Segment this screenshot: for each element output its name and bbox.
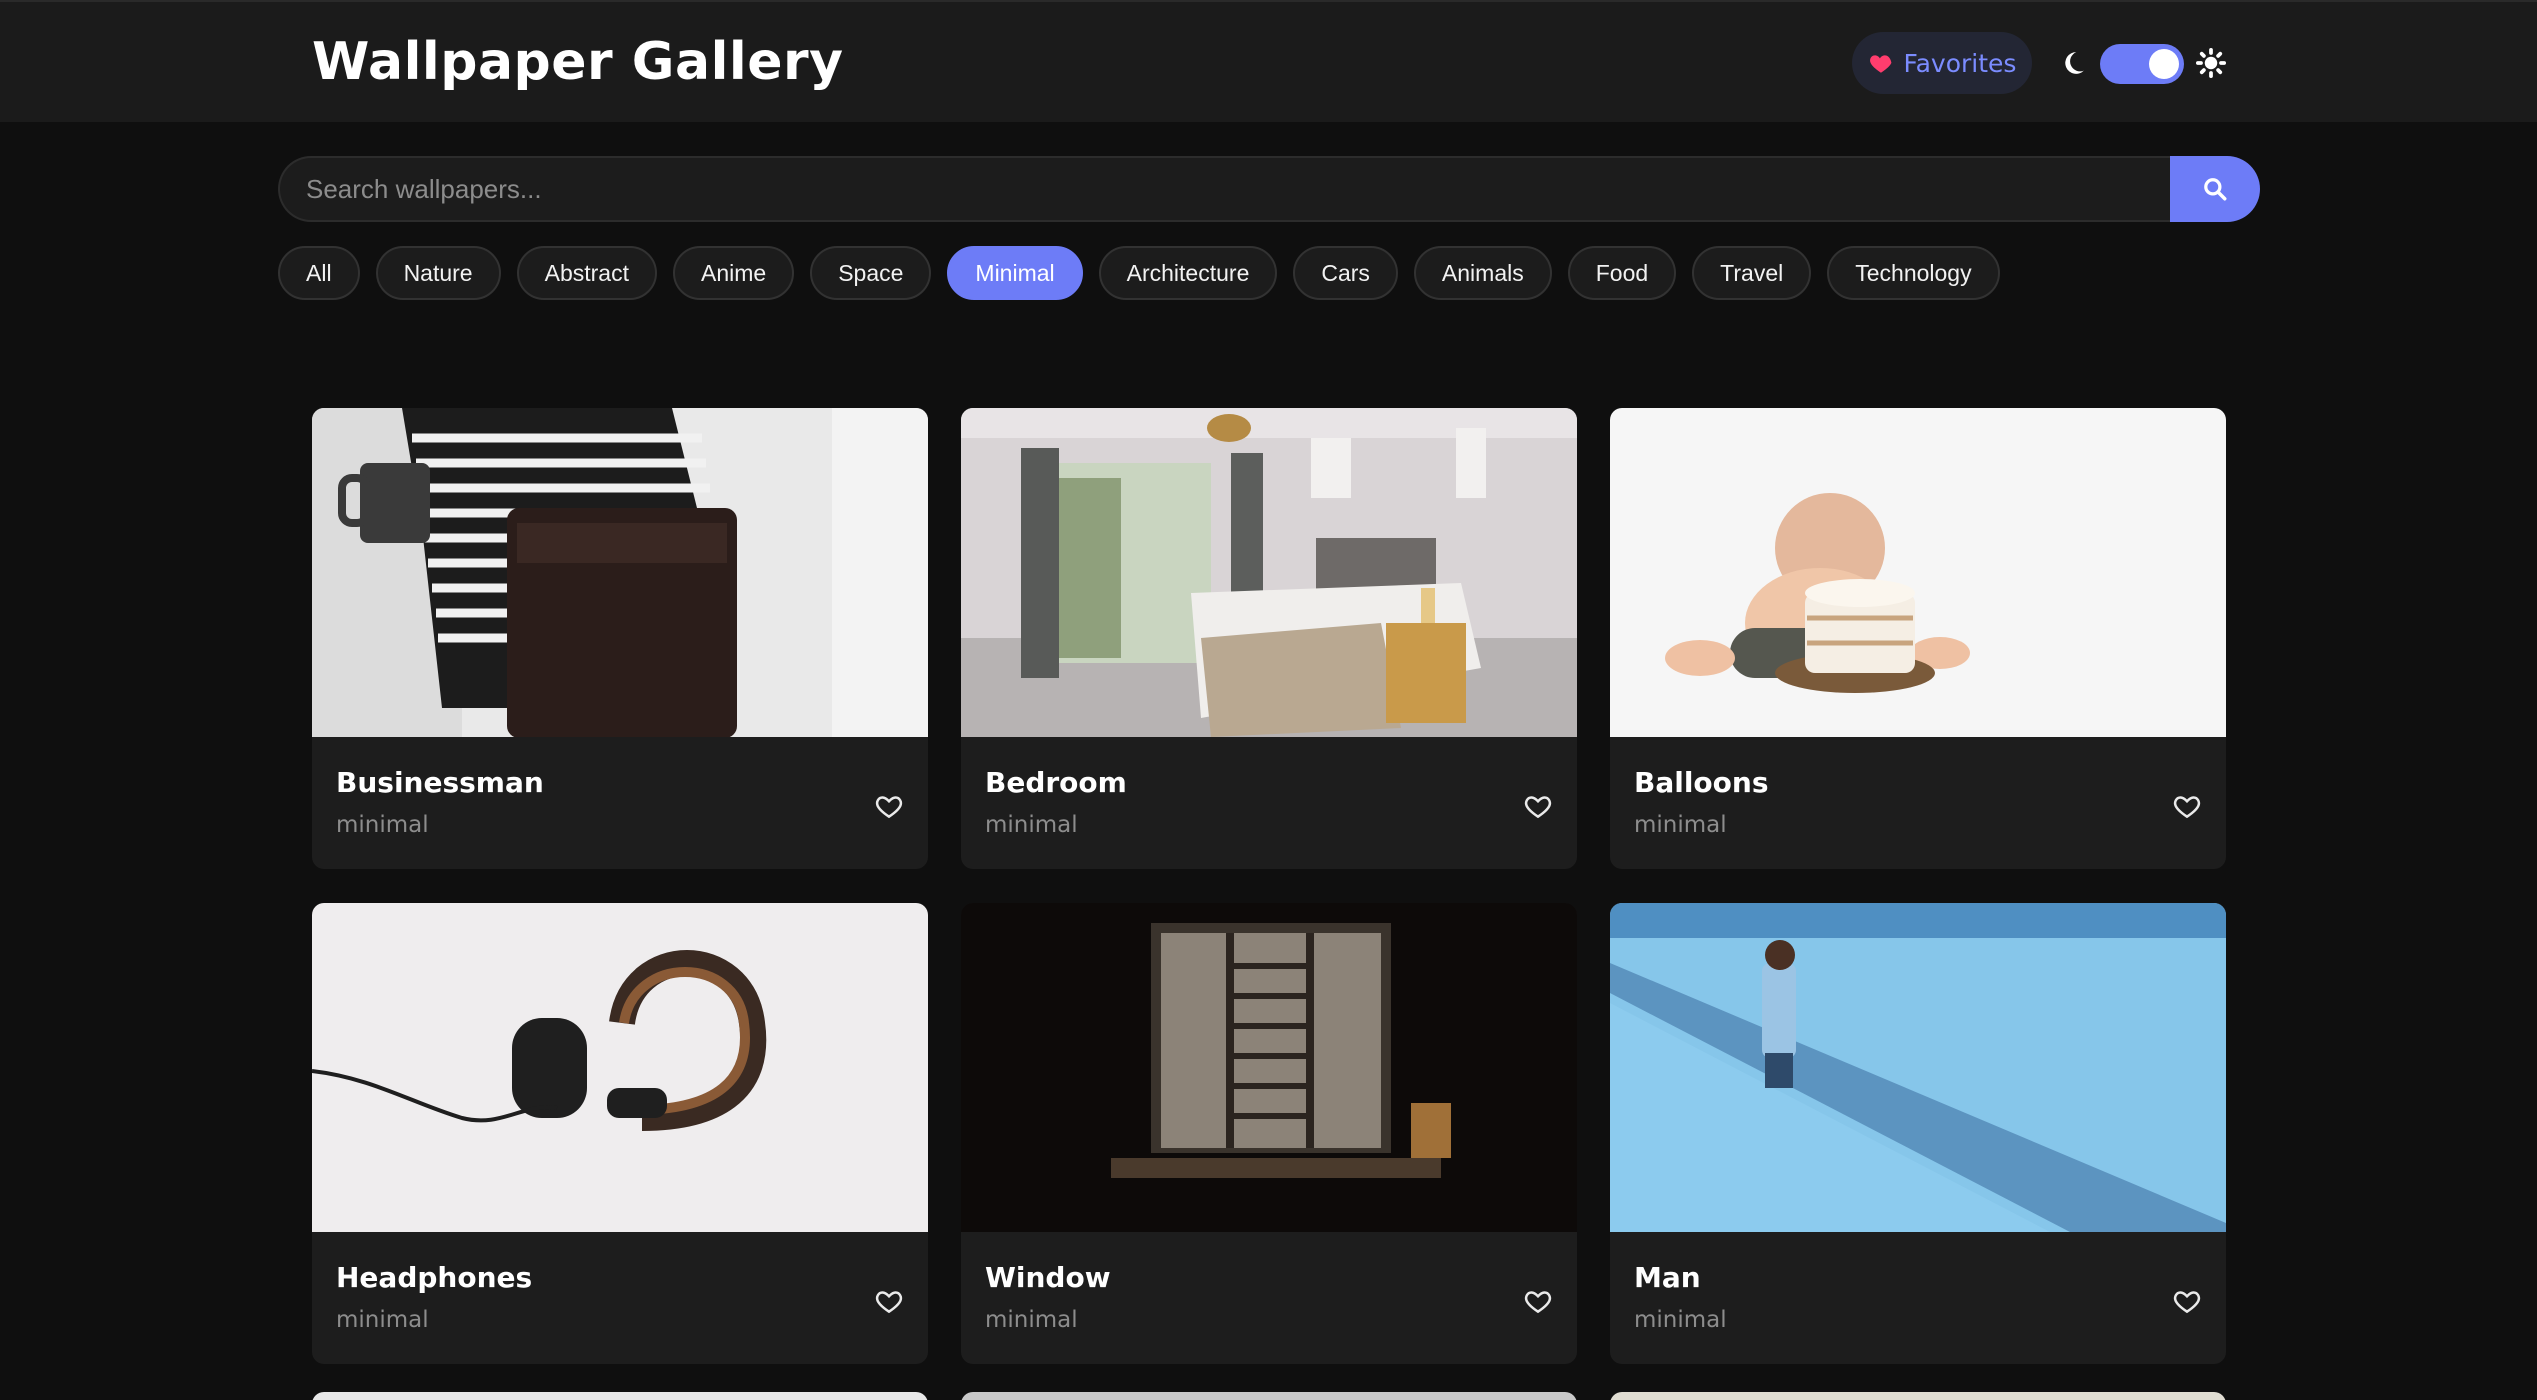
category-chip-anime[interactable]: Anime [672,246,795,300]
wallpaper-category: minimal [1634,812,1727,838]
wallpaper-thumbnail[interactable] [961,903,1577,1232]
favorite-heart-icon[interactable] [874,1286,904,1316]
wallpaper-category: minimal [985,812,1078,838]
wallpaper-title: Window [985,1261,1111,1294]
wallpaper-thumbnail[interactable] [1610,903,2226,1232]
theme-toggle[interactable] [2100,44,2184,84]
category-chip-travel[interactable]: Travel [1692,246,1812,300]
favorites-button[interactable]: Favorites [1852,32,2032,94]
search-input[interactable] [278,156,2170,222]
favorite-heart-icon[interactable] [2172,791,2202,821]
wallpaper-thumbnail[interactable] [961,408,1577,737]
category-chip-nature[interactable]: Nature [375,246,501,300]
wallpaper-card[interactable]: Balloons minimal [1610,408,2226,869]
businessman-image [312,408,928,737]
wallpaper-card-peek [1610,1392,2226,1400]
wallpaper-title: Balloons [1634,766,1769,799]
wallpaper-card[interactable]: Bedroom minimal [961,408,1577,869]
wallpaper-title: Businessman [336,766,544,799]
search-button[interactable] [2170,156,2260,222]
headphones-image [312,903,928,1232]
bedroom-image [961,408,1577,737]
favorite-heart-icon[interactable] [874,791,904,821]
wallpaper-card-peek [312,1392,928,1400]
wallpaper-category: minimal [985,1307,1078,1333]
wallpaper-grid: Businessman minimal Bedroom minimal Ball… [312,408,2226,1364]
balloons-image [1610,408,2226,737]
favorites-label: Favorites [1903,48,2017,78]
wallpaper-card[interactable]: Man minimal [1610,903,2226,1364]
category-chip-space[interactable]: Space [810,246,932,300]
favorite-heart-icon[interactable] [1523,791,1553,821]
wallpaper-card[interactable]: Businessman minimal [312,408,928,869]
heart-filled-icon [1869,55,1891,73]
sun-icon [2196,48,2226,78]
category-chip-technology[interactable]: Technology [1827,246,2000,300]
wallpaper-title: Headphones [336,1261,533,1294]
category-chip-animals[interactable]: Animals [1413,246,1552,300]
category-chip-minimal[interactable]: Minimal [947,246,1083,300]
category-chip-abstract[interactable]: Abstract [516,246,657,300]
category-chip-cars[interactable]: Cars [1293,246,1398,300]
category-chip-all[interactable]: All [278,246,360,300]
wallpaper-title: Bedroom [985,766,1127,799]
app-title: Wallpaper Gallery [312,32,844,92]
category-chip-food[interactable]: Food [1567,246,1677,300]
wallpaper-thumbnail[interactable] [312,903,928,1232]
search-icon [2204,178,2227,201]
wallpaper-card[interactable]: Headphones minimal [312,903,928,1364]
top-bar: Wallpaper Gallery Favorites [0,0,2537,122]
wallpaper-card[interactable]: Window minimal [961,903,1577,1364]
wallpaper-category: minimal [336,812,429,838]
wallpaper-category: minimal [336,1307,429,1333]
search-bar [278,156,2260,222]
wallpaper-thumbnail[interactable] [1610,408,2226,737]
man-image [1610,903,2226,1232]
favorite-heart-icon[interactable] [2172,1286,2202,1316]
wallpaper-title: Man [1634,1261,1701,1294]
wallpaper-card-peek [961,1392,1577,1400]
favorite-heart-icon[interactable] [1523,1286,1553,1316]
wallpaper-thumbnail[interactable] [312,408,928,737]
category-filters: All Nature Abstract Anime Space Minimal … [278,246,2000,300]
category-chip-architecture[interactable]: Architecture [1098,246,1278,300]
toggle-knob [2149,49,2179,79]
wallpaper-category: minimal [1634,1307,1727,1333]
moon-icon [2065,52,2084,74]
window-image [961,903,1577,1232]
